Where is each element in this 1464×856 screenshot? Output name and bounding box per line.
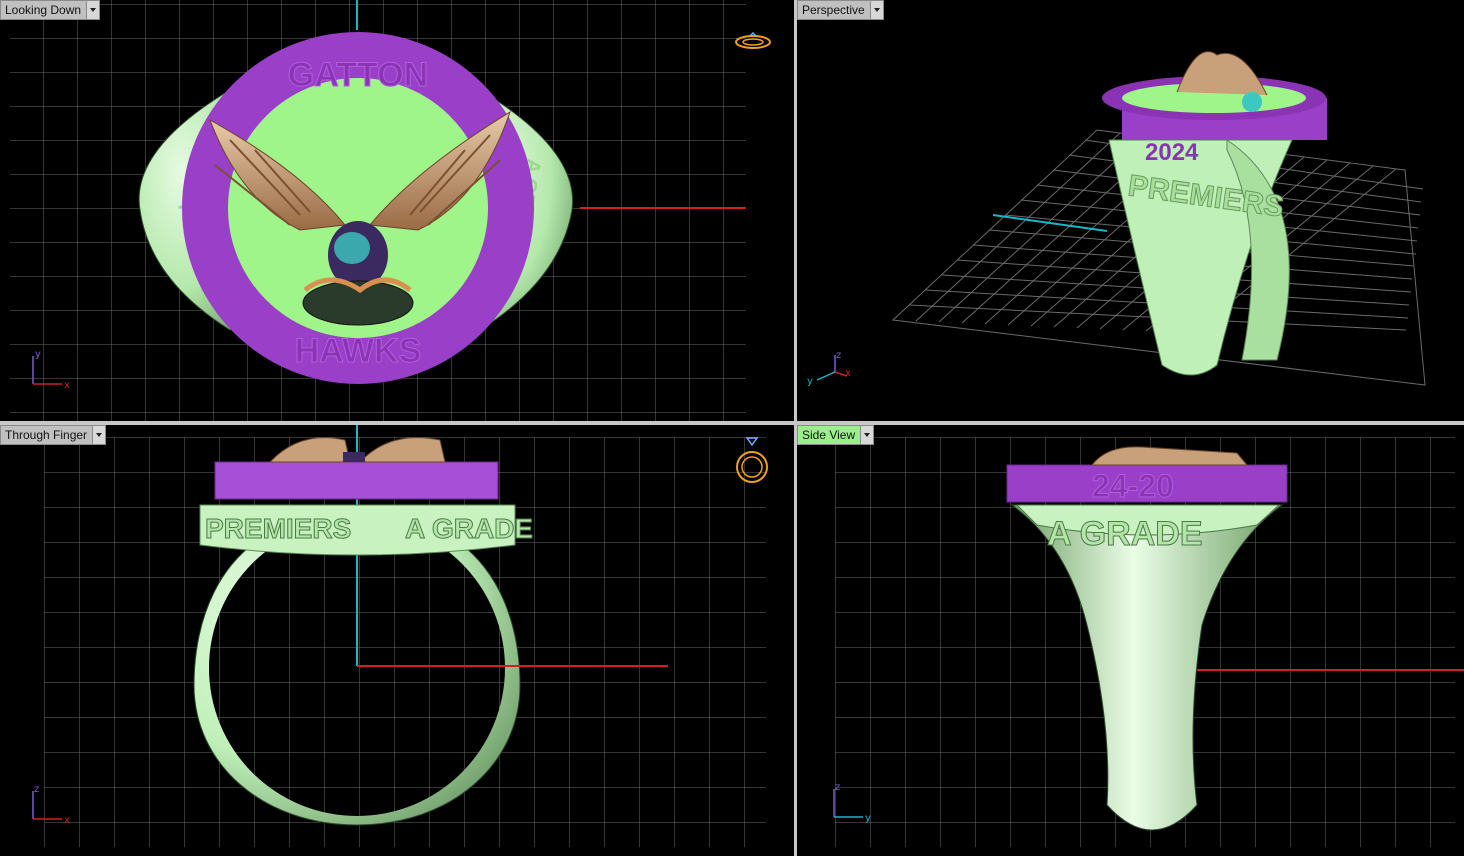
svg-text:y: y — [807, 376, 813, 387]
axis-triad-top: y x — [32, 349, 70, 390]
svg-text:z: z — [835, 782, 840, 793]
shank-right-front-text: A GRADE — [405, 513, 533, 544]
svg-text:x: x — [64, 815, 70, 825]
svg-text:x: x — [64, 380, 70, 390]
viewport-label-looking-down[interactable]: Looking Down — [0, 0, 101, 20]
viewport-looking-down[interactable]: PREMIERS A GRADE GATTON HAWKS Looking Do… — [0, 0, 794, 421]
axis-triad-front: z x — [32, 784, 70, 825]
chevron-down-icon[interactable] — [92, 426, 106, 444]
viewport-label-side-view[interactable]: Side View — [797, 425, 875, 445]
svg-text:z: z — [34, 784, 39, 795]
ring-front-view-icon[interactable] — [734, 435, 770, 487]
viewport-perspective[interactable]: PREMIERS 2024 Perspective z x y — [797, 0, 1464, 421]
chevron-down-icon[interactable] — [860, 426, 874, 444]
svg-text:z: z — [836, 350, 841, 361]
bezel-bottom-text: HAWKS — [295, 332, 422, 370]
axis-triad-perspective: z x y — [807, 350, 851, 387]
shank-side-text: A GRADE — [1047, 515, 1203, 553]
score-text: 24-20 — [1092, 468, 1174, 504]
side-view-scene: A GRADE 24-20 — [797, 425, 1464, 856]
shank-left-front-text: PREMIERS — [205, 513, 351, 544]
ring-top-view-icon[interactable] — [733, 32, 773, 52]
viewport-label-through-finger[interactable]: Through Finger — [0, 425, 107, 445]
svg-text:y: y — [865, 813, 871, 824]
axis-triad-side: z y — [833, 782, 871, 824]
chevron-down-icon[interactable] — [869, 1, 883, 19]
through-finger-scene: PREMIERS A GRADE — [0, 425, 794, 856]
year-text: 2024 — [1145, 139, 1199, 166]
bezel-top-text: GATTON — [288, 56, 428, 94]
svg-text:x: x — [845, 368, 851, 379]
perspective-scene: PREMIERS 2024 — [797, 0, 1464, 421]
viewport-label-perspective[interactable]: Perspective — [797, 0, 884, 20]
viewport-side-view[interactable]: A GRADE 24-20 Side View z y — [797, 425, 1464, 856]
viewport-through-finger[interactable]: PREMIERS A GRADE Through Finger z x — [0, 425, 794, 856]
looking-down-scene: PREMIERS A GRADE GATTON HAWKS — [0, 0, 794, 421]
svg-text:y: y — [35, 349, 41, 360]
chevron-down-icon[interactable] — [86, 1, 100, 19]
